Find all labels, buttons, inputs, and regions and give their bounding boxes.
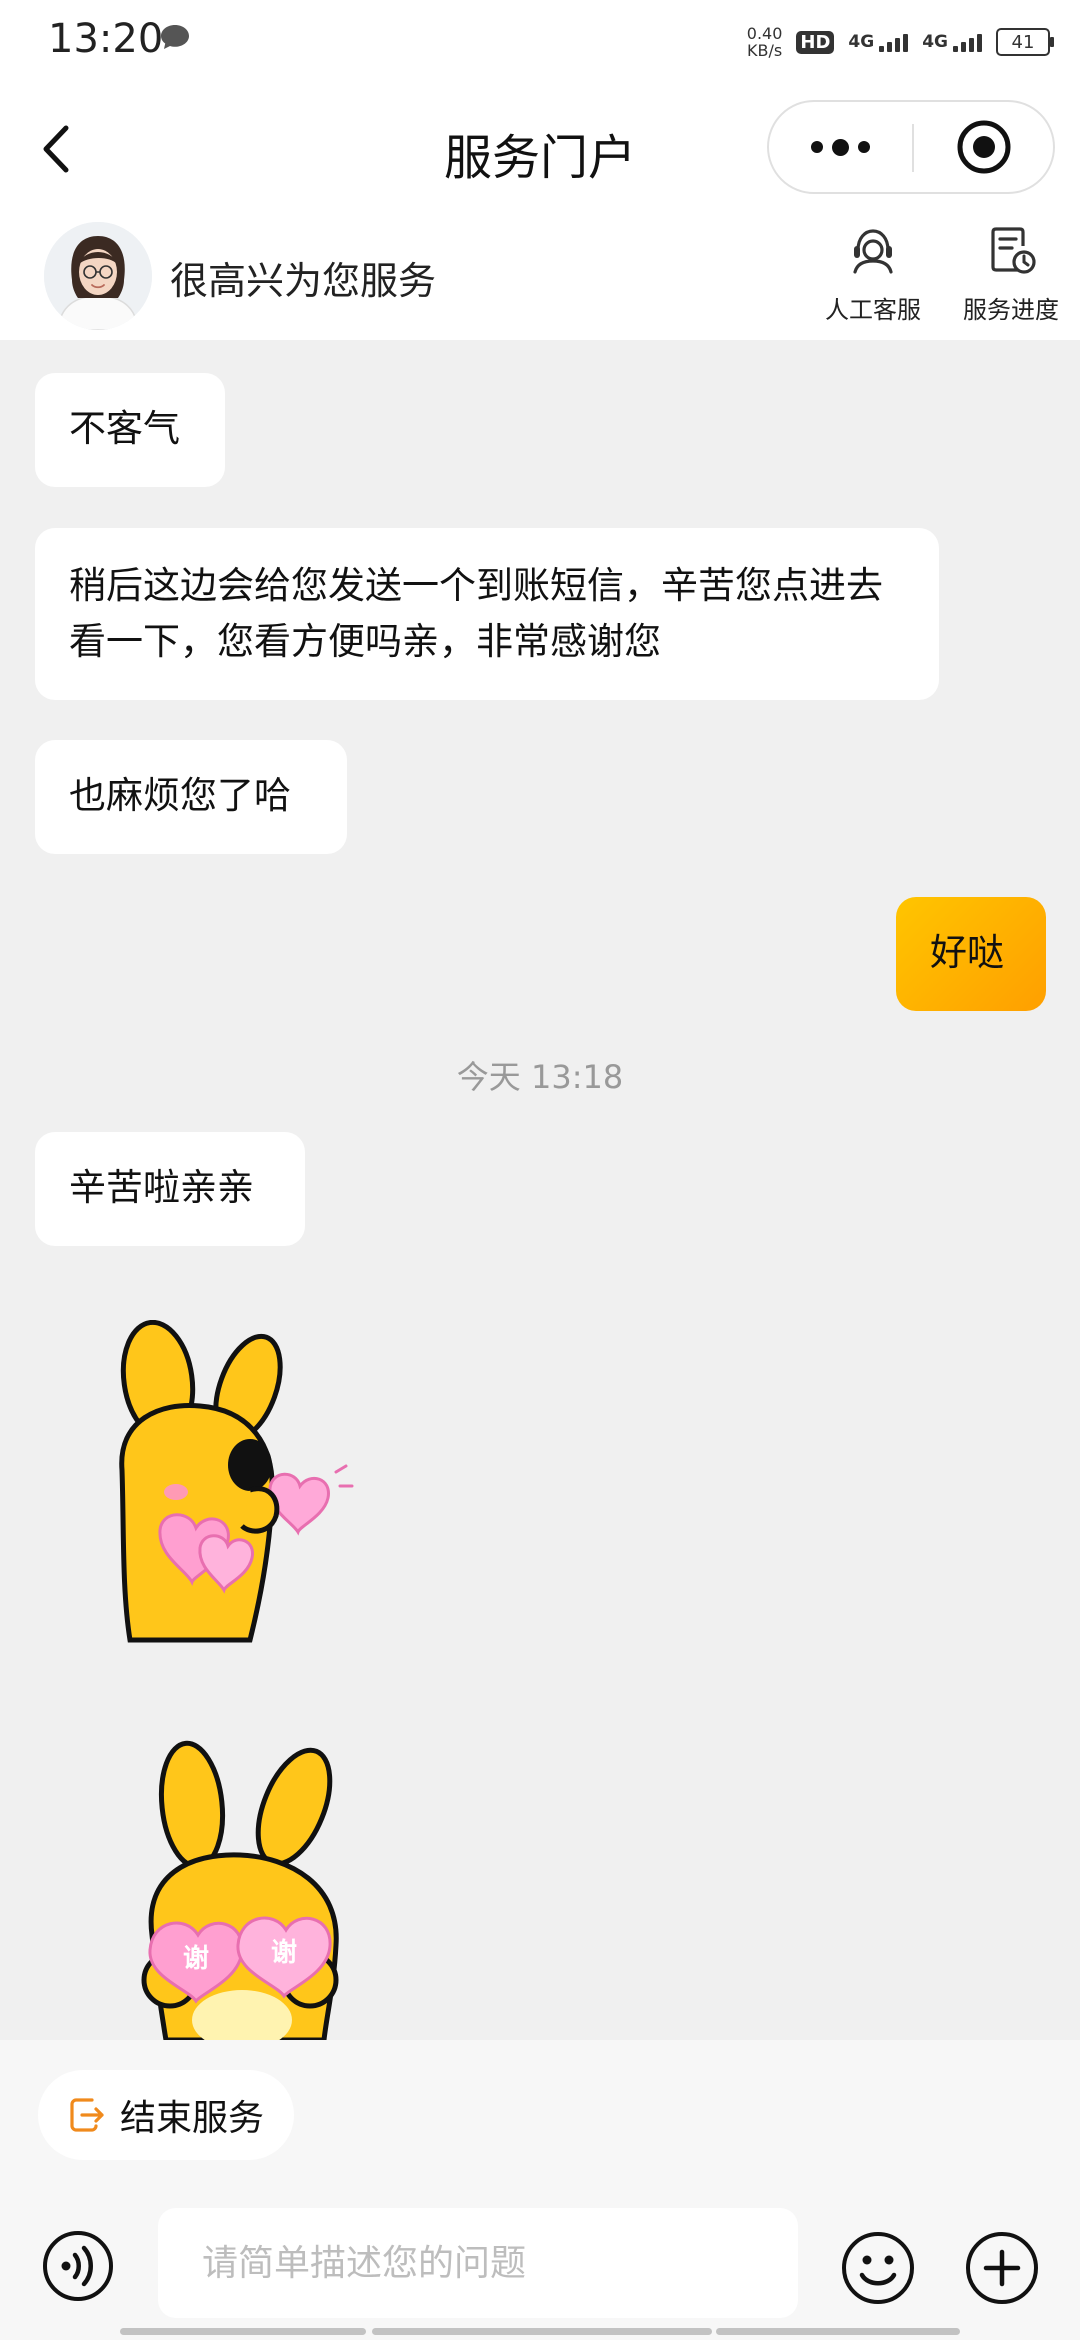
battery-icon: 41 <box>996 28 1054 56</box>
mini-program-capsule <box>767 100 1055 194</box>
agent-avatar <box>44 222 152 330</box>
net-speed-value: 0.40 <box>746 24 783 43</box>
voice-icon[interactable] <box>42 2230 114 2302</box>
end-service-label: 结束服务 <box>120 2098 265 2139</box>
agent-message: 也麻烦您了哈 <box>35 740 347 854</box>
network-speed: 0.40 KB/s <box>747 25 783 59</box>
more-dots-icon[interactable] <box>769 102 912 192</box>
emoji-icon[interactable] <box>840 2230 916 2306</box>
service-progress-button[interactable]: 服务进度 <box>936 224 1080 325</box>
message-text: 辛苦啦亲亲 <box>69 1166 254 1209</box>
sim1-network-label: 4G <box>848 32 875 52</box>
status-time: 13:20 <box>48 16 164 62</box>
sim2-signal-icon: 4G <box>922 32 982 52</box>
human-agent-button[interactable]: 人工客服 <box>798 224 948 325</box>
agent-message: 稍后这边会给您发送一个到账短信，辛苦您点进去看一下，您看方便吗亲，非常感谢您 <box>35 528 939 700</box>
status-bar: 13:20 0.40 KB/s HD 4G 4G 41 <box>0 0 1080 84</box>
message-text: 不客气 <box>69 407 180 450</box>
headset-agent-icon <box>853 229 893 274</box>
service-progress-label: 服务进度 <box>963 296 1059 324</box>
close-mini-program-button[interactable] <box>914 102 1053 192</box>
sticker-caption-left: 谢 <box>183 1943 209 1974</box>
agent-greeting: 很高兴为您服务 <box>170 259 437 303</box>
sim1-signal-icon: 4G <box>848 32 909 52</box>
sim2-network-label: 4G <box>922 32 948 52</box>
gesture-bar <box>120 2328 366 2335</box>
end-service-button[interactable]: 结束服务 <box>38 2070 294 2160</box>
agent-message: 不客气 <box>35 373 225 487</box>
plus-icon[interactable] <box>964 2230 1040 2306</box>
target-circle-icon <box>957 120 1010 174</box>
message-text: 稍后这边会给您发送一个到账短信，辛苦您点进去看一下，您看方便吗亲，非常感谢您 <box>69 564 883 663</box>
message-input[interactable] <box>158 2208 798 2318</box>
chat-notification-icon <box>161 25 189 49</box>
exit-icon <box>70 2098 104 2132</box>
bottom-panel: 结束服务 <box>0 2040 1080 2340</box>
net-speed-unit: KB/s <box>746 41 783 60</box>
rabbit-thanks-sticker[interactable]: 谢 谢 <box>130 1735 390 2040</box>
progress-document-icon <box>991 227 1036 274</box>
hd-badge: HD <box>796 30 835 54</box>
chat-area[interactable]: 不客气 稍后这边会给您发送一个到账短信，辛苦您点进去看一下，您看方便吗亲，非常感… <box>0 340 1080 2040</box>
rabbit-hearts-sticker[interactable] <box>100 1320 380 1660</box>
message-text: 也麻烦您了哈 <box>69 774 291 817</box>
sticker-caption-right: 谢 <box>271 1937 297 1968</box>
agent-bar: 很高兴为您服务 人工客服 服务进度 <box>0 214 1080 340</box>
message-text: 好哒 <box>930 931 1004 974</box>
agent-message: 辛苦啦亲亲 <box>35 1132 305 1246</box>
nav-bar: 服务门户 <box>0 84 1080 214</box>
message-timestamp: 今天 13:18 <box>456 1058 624 1096</box>
user-message: 好哒 <box>896 897 1046 1011</box>
battery-level: 41 <box>1011 31 1035 53</box>
gesture-bar <box>372 2328 712 2335</box>
gesture-bar <box>716 2328 960 2335</box>
human-agent-label: 人工客服 <box>825 296 921 324</box>
